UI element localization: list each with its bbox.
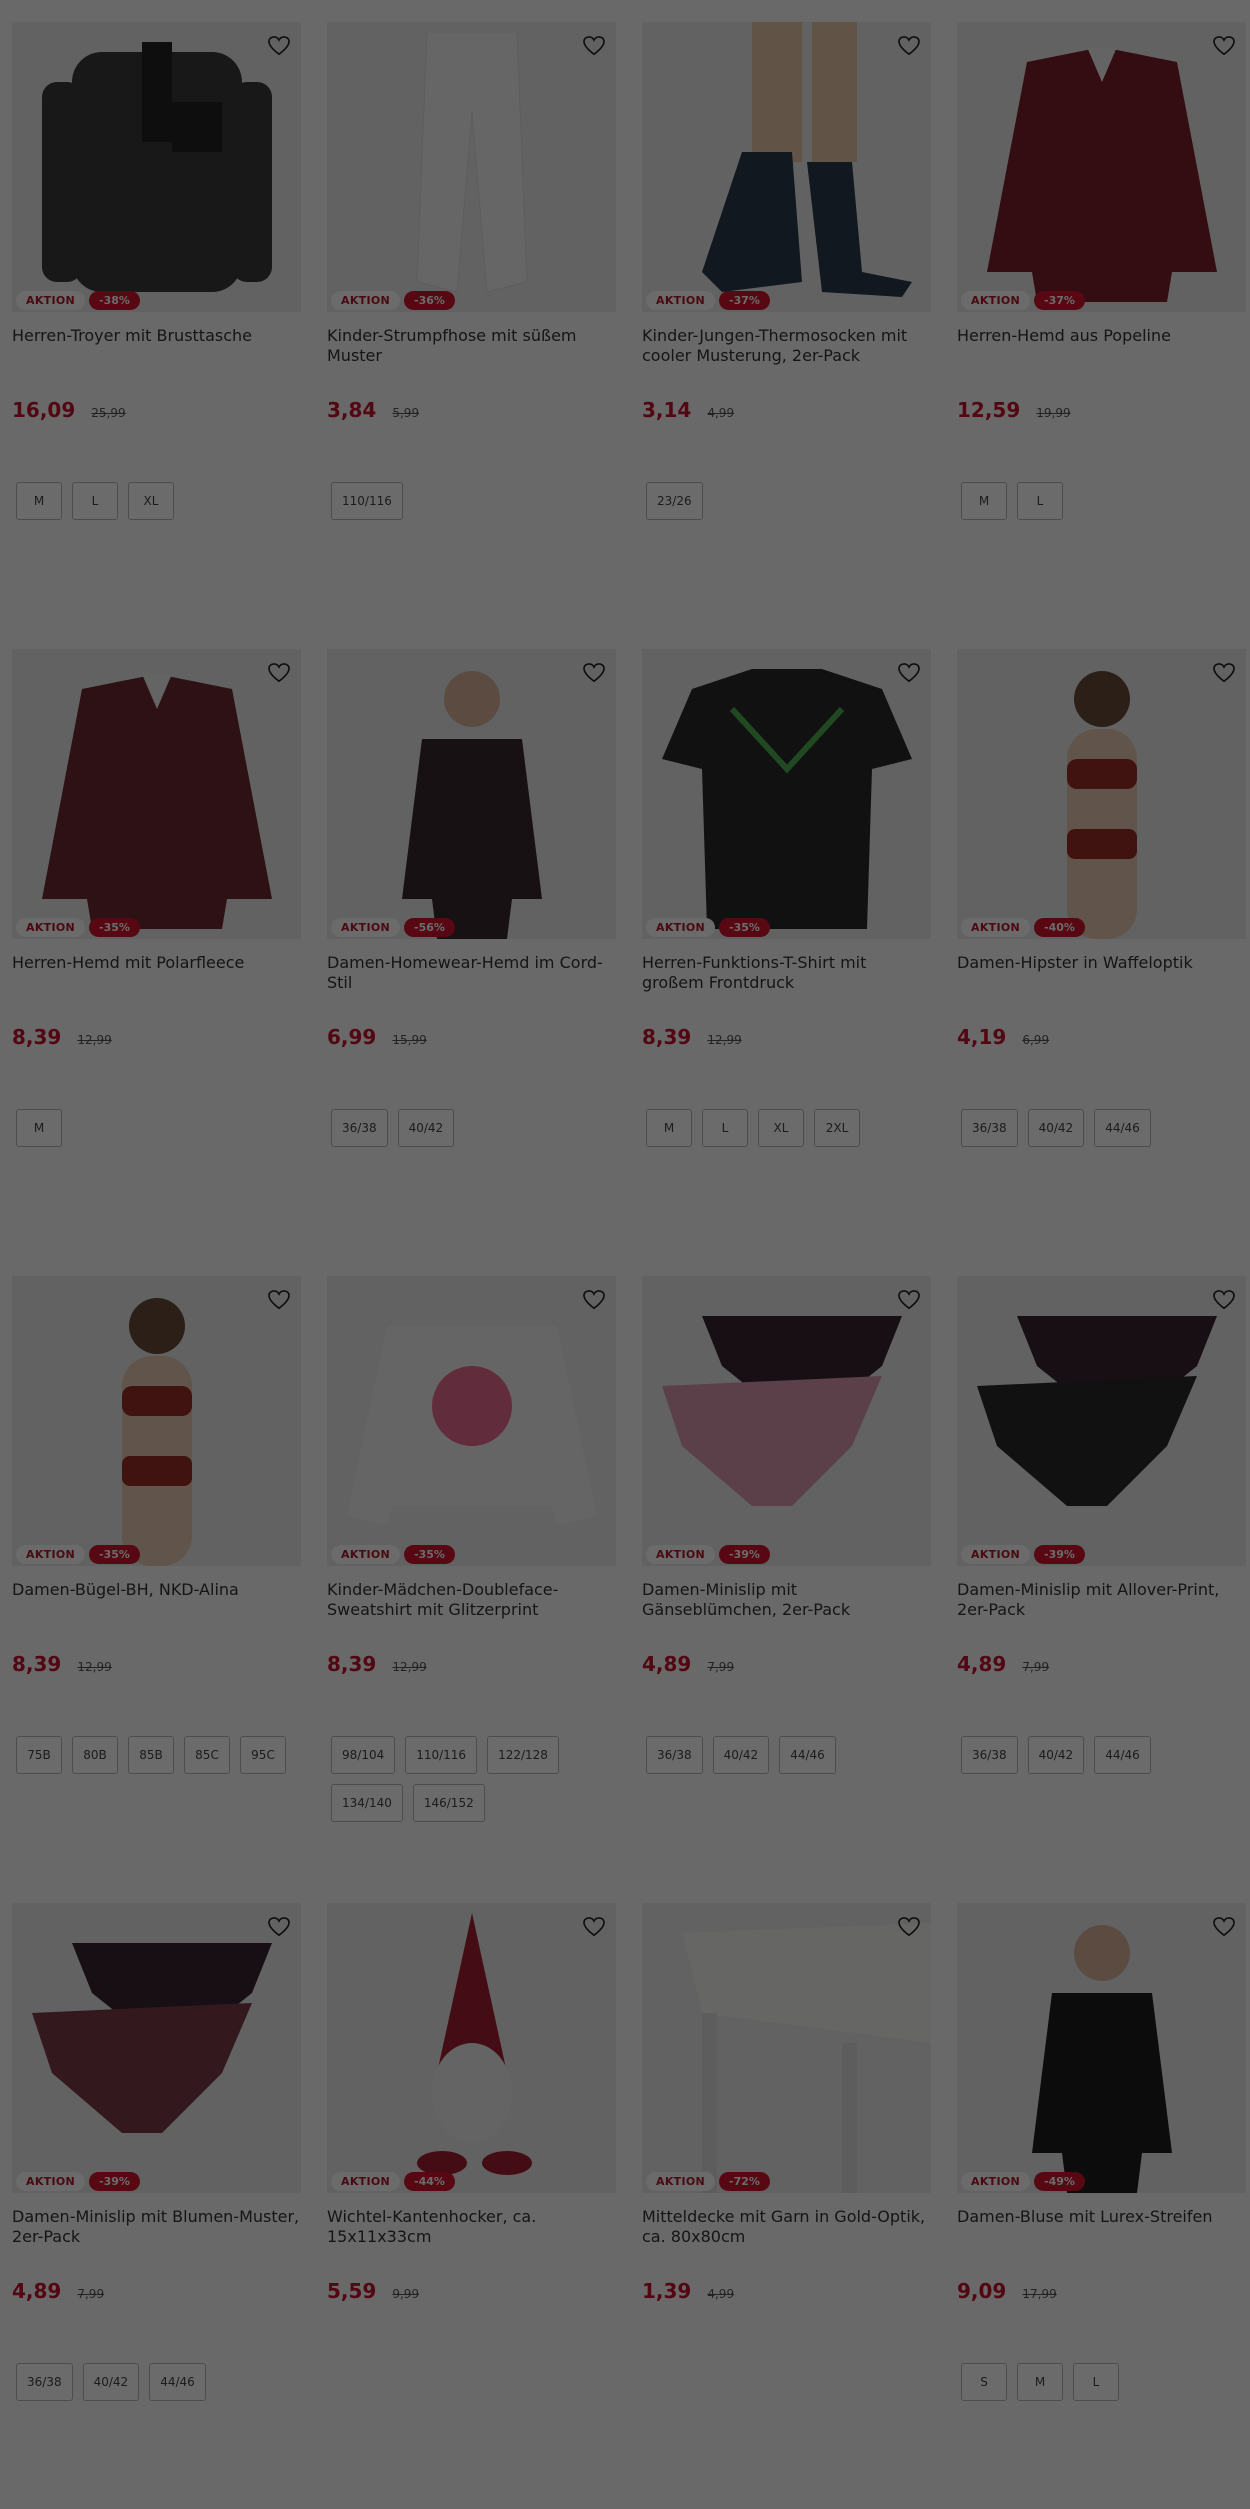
modal-backdrop[interactable] xyxy=(0,0,1250,2509)
